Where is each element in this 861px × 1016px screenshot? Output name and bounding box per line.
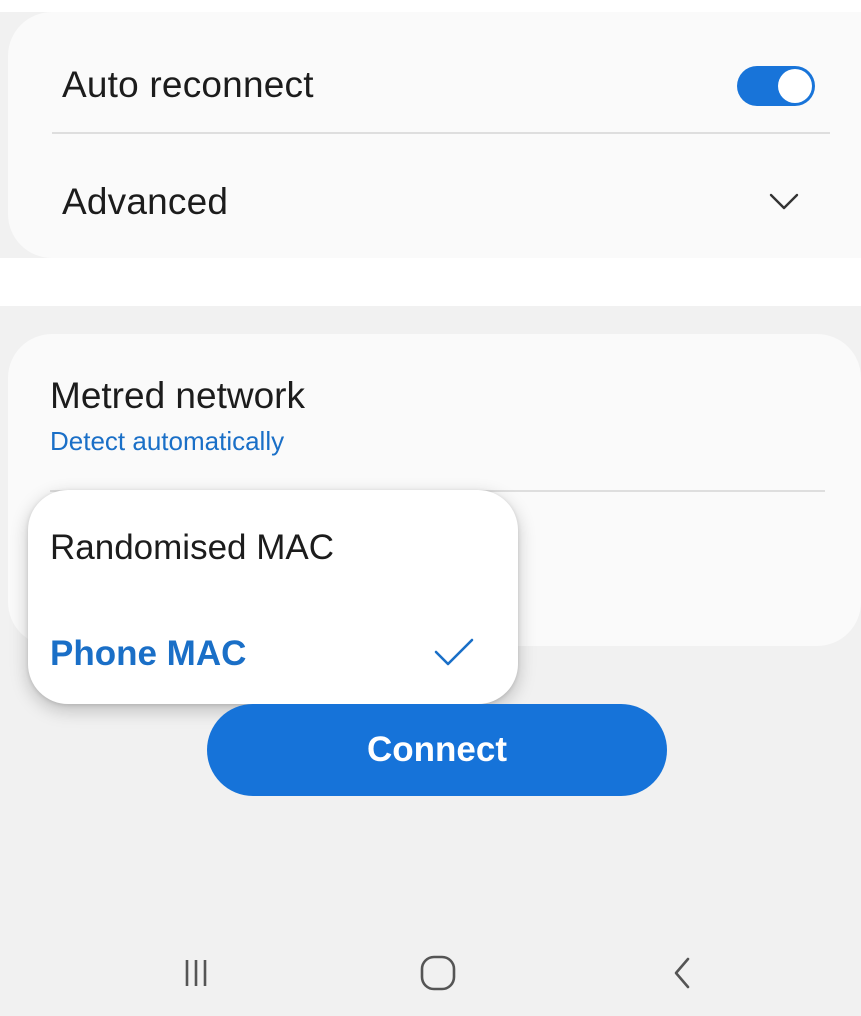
system-navigation-bar [0, 930, 861, 1016]
metered-network-value: Detect automatically [50, 426, 285, 456]
metered-network-label: Metred network [50, 375, 305, 416]
section-gap [0, 258, 861, 306]
auto-reconnect-toggle[interactable] [737, 66, 815, 106]
recents-icon [185, 960, 207, 986]
home-icon [420, 955, 456, 991]
recents-button[interactable] [156, 930, 236, 1016]
option-randomised-mac[interactable]: Randomised MAC [50, 528, 334, 568]
back-icon [674, 957, 690, 989]
back-button[interactable] [642, 930, 722, 1016]
chevron-down-icon[interactable] [767, 184, 801, 218]
top-edge [0, 0, 861, 12]
auto-reconnect-row[interactable]: Auto reconnect [8, 40, 861, 130]
divider [52, 132, 830, 134]
advanced-label: Advanced [62, 181, 229, 222]
toggle-knob [778, 69, 812, 103]
checkmark-icon [434, 638, 474, 666]
wifi-options-card: Auto reconnect Advanced [8, 12, 861, 258]
metered-network-row[interactable]: Metred network Detect automatically [50, 375, 305, 457]
auto-reconnect-label: Auto reconnect [62, 64, 314, 105]
option-phone-mac[interactable]: Phone MAC [50, 634, 246, 674]
advanced-row[interactable]: Advanced [8, 146, 861, 258]
connect-button[interactable]: Connect [207, 704, 667, 796]
home-button[interactable] [398, 930, 478, 1016]
